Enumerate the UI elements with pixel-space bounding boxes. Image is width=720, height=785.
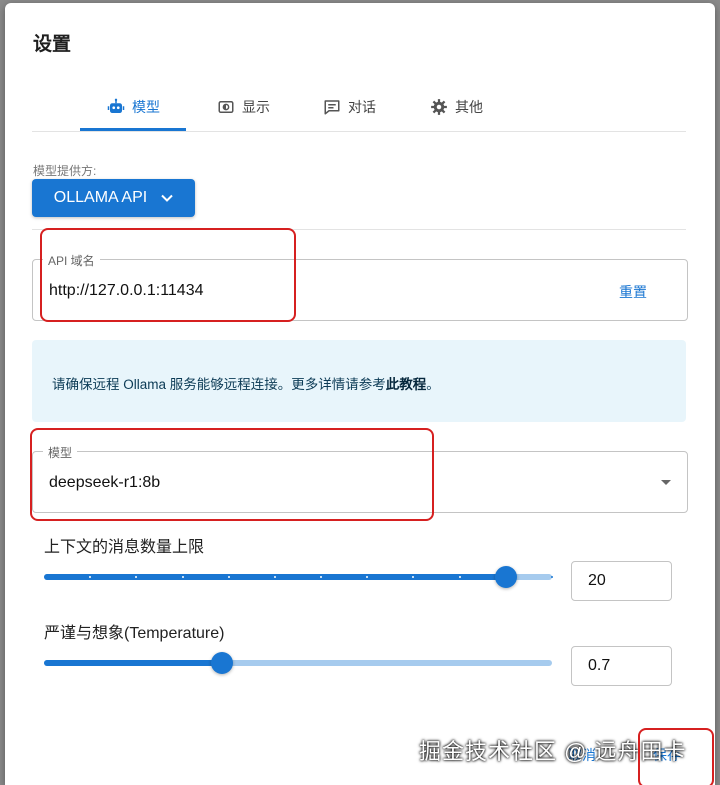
tab-display[interactable]: 显示 xyxy=(217,83,270,131)
context-limit-input[interactable]: 20 xyxy=(571,561,672,601)
dialog-title: 设置 xyxy=(33,34,72,55)
api-host-legend: API 域名 xyxy=(43,252,100,269)
slider-tick xyxy=(227,576,230,578)
tab-model[interactable]: 模型 xyxy=(107,83,160,131)
tab-label: 其他 xyxy=(455,99,483,115)
model-value: deepseek-r1:8b xyxy=(49,474,161,491)
settings-dialog: 设置 模型 显示 对话 其他 模型提供方: OLLAMA API API 域名 … xyxy=(5,3,715,785)
caret-down-icon xyxy=(661,480,671,485)
tab-label: 对话 xyxy=(348,99,376,115)
slider-track-fill xyxy=(44,660,222,666)
api-host-field[interactable]: API 域名 http://127.0.0.1:11434 重置 xyxy=(32,252,688,321)
provider-select-button[interactable]: OLLAMA API xyxy=(32,179,195,217)
gear-icon xyxy=(431,99,447,115)
tab-other[interactable]: 其他 xyxy=(430,83,483,131)
info-alert: 请确保远程 Ollama 服务能够远程连接。更多详情请参考此教程。 xyxy=(32,340,686,422)
temperature-label: 严谨与想象(Temperature) xyxy=(44,625,225,642)
provider-value: OLLAMA API xyxy=(53,189,148,206)
divider xyxy=(32,229,686,230)
model-select[interactable]: 模型 deepseek-r1:8b xyxy=(32,444,688,513)
watermark-text: 掘金技术社区 @ 远舟田卡 xyxy=(419,739,687,764)
provider-label: 模型提供方: xyxy=(33,164,97,178)
info-text-suffix: 。 xyxy=(426,377,440,392)
slider-tick xyxy=(458,576,461,578)
temperature-input[interactable]: 0.7 xyxy=(571,646,672,686)
tutorial-link[interactable]: 此教程 xyxy=(386,377,427,392)
slider-tick xyxy=(273,576,276,578)
slider-tick xyxy=(181,576,184,578)
slider-tick xyxy=(551,576,553,578)
active-tab-indicator xyxy=(80,128,186,131)
tab-chat[interactable]: 对话 xyxy=(323,83,376,131)
robot-icon xyxy=(107,98,125,113)
chat-icon xyxy=(324,100,340,115)
info-text: 请确保远程 Ollama 服务能够远程连接。更多详情请参考此教程。 xyxy=(52,373,440,393)
tab-label: 模型 xyxy=(132,99,160,115)
slider-thumb[interactable] xyxy=(495,566,518,588)
model-legend: 模型 xyxy=(43,444,78,461)
display-icon xyxy=(218,101,234,113)
settings-tabs: 模型 显示 对话 其他 xyxy=(32,83,686,132)
slider-thumb[interactable] xyxy=(210,652,233,674)
reset-button[interactable]: 重置 xyxy=(619,282,647,302)
chevron-down-icon xyxy=(161,194,173,202)
tab-label: 显示 xyxy=(242,99,270,115)
context-limit-label: 上下文的消息数量上限 xyxy=(44,539,205,556)
info-text-prefix: 请确保远程 Ollama 服务能够远程连接。更多详情请参考 xyxy=(52,377,386,392)
api-host-input[interactable]: http://127.0.0.1:11434 xyxy=(49,282,204,300)
